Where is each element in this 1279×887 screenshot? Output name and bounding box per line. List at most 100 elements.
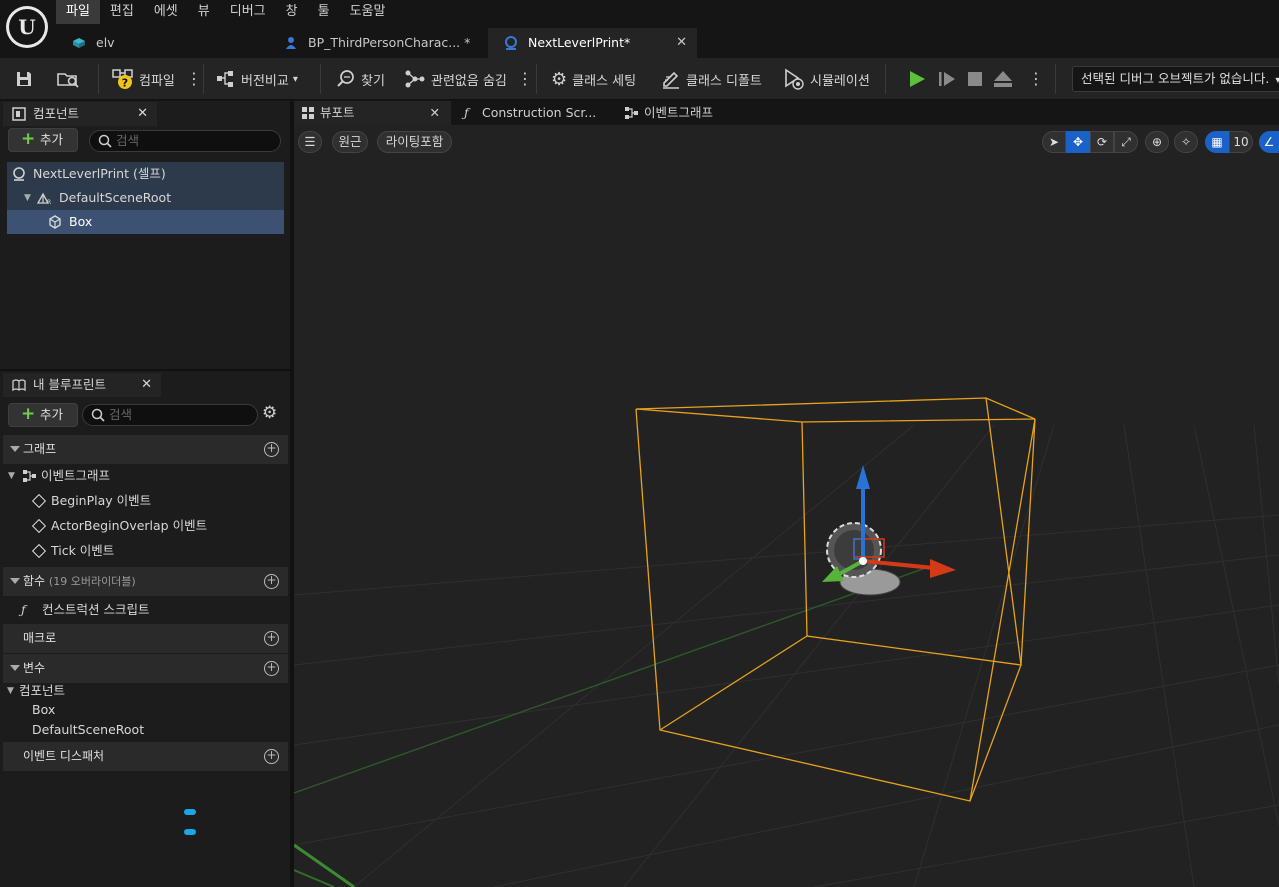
compile-button[interactable]: ? 컴파일	[112, 58, 175, 100]
event-graph-item[interactable]: ▼ 이벤트그래프	[8, 465, 110, 487]
add-circle-icon[interactable]: +	[264, 442, 279, 457]
viewport-options-button[interactable]: ☰	[298, 131, 322, 153]
close-icon[interactable]: ✕	[676, 28, 687, 58]
add-component-button[interactable]: + 추가	[8, 128, 78, 152]
lighting-mode-button[interactable]: 라이팅포함	[377, 131, 452, 153]
menu-asset[interactable]: 에셋	[144, 0, 188, 24]
macros-section-header[interactable]: 매크로 +	[3, 624, 288, 653]
rotation-snap-toggle[interactable]: ∠	[1259, 131, 1279, 153]
add-circle-icon[interactable]: +	[264, 661, 279, 676]
save-button[interactable]	[14, 58, 34, 100]
dispatchers-section-label: 이벤트 디스패처	[23, 749, 105, 763]
event-beginplay[interactable]: BeginPlay 이벤트	[31, 490, 151, 512]
doc-tab-bp-thirdperson[interactable]: BP_ThirdPersonCharac... *	[268, 28, 488, 58]
components-search-placeholder: 검색	[116, 133, 140, 148]
grid-snap-toggle[interactable]: ▦	[1205, 131, 1229, 153]
variable-box[interactable]: Box	[32, 699, 202, 721]
construction-script-item[interactable]: ƒ 컨스트럭션 스크립트	[21, 599, 150, 621]
plus-icon: +	[21, 404, 36, 424]
components-panel-tab[interactable]: 컴포넌트 ✕	[3, 102, 157, 126]
menu-file[interactable]: 파일	[56, 0, 100, 24]
simulation-label: 시뮬레이션	[810, 73, 870, 89]
menu-edit[interactable]: 편집	[100, 0, 144, 24]
chevron-down-icon: ▾	[292, 73, 298, 85]
component-tree-box[interactable]: Box	[7, 210, 284, 234]
search-icon	[98, 134, 112, 148]
find-options-icon[interactable]: ⋮	[517, 69, 533, 89]
debug-object-select[interactable]: 선택된 디버그 오브젝트가 없습니다. ▾	[1072, 66, 1279, 92]
components-search-input[interactable]: 검색	[89, 130, 281, 152]
variable-defaultsceneroot[interactable]: DefaultSceneRoot	[32, 719, 202, 741]
close-icon[interactable]: ✕	[137, 102, 148, 126]
add-circle-icon[interactable]: +	[264, 749, 279, 764]
component-tree-root[interactable]: NextLeverlPrint (셀프)	[7, 162, 284, 186]
gear-icon: ⚙	[551, 68, 568, 90]
doc-tab-label: elv	[96, 35, 115, 50]
hide-unrelated-icon	[405, 70, 425, 88]
doc-tab-nextleverlprint[interactable]: NextLeverlPrint* ✕	[488, 28, 697, 58]
dispatchers-section-header[interactable]: 이벤트 디스패처 +	[3, 742, 288, 771]
stop-button[interactable]	[967, 58, 983, 100]
class-defaults-button[interactable]: 클래스 디폴트	[661, 58, 762, 100]
menu-tools[interactable]: 툴	[308, 0, 340, 24]
compile-label: 컴파일	[139, 73, 175, 89]
graphs-section-header[interactable]: 그래프 +	[3, 435, 288, 464]
gear-icon[interactable]: ⚙	[262, 403, 277, 423]
event-tick[interactable]: Tick 이벤트	[31, 540, 114, 562]
functions-section-label: 함수	[23, 574, 46, 588]
event-actorbeginoverlap[interactable]: ActorBeginOverlap 이벤트	[31, 515, 207, 537]
tab-viewport[interactable]: 뷰포트 ✕	[294, 101, 451, 125]
class-settings-button[interactable]: ⚙ 클래스 세팅	[551, 58, 636, 100]
grid-snap-value[interactable]: 10	[1229, 131, 1253, 153]
step-button[interactable]	[938, 58, 956, 100]
tab-construction-script[interactable]: ƒ Construction Scr...	[460, 101, 610, 125]
component-tree-label: DefaultSceneRoot	[59, 190, 172, 205]
menu-help[interactable]: 도움말	[340, 0, 396, 24]
eject-button[interactable]	[993, 58, 1013, 100]
diff-button[interactable]: 버전비교 ▾	[216, 58, 298, 100]
class-settings-label: 클래스 세팅	[572, 73, 637, 89]
graphs-section-label: 그래프	[23, 442, 57, 456]
hide-unrelated-button[interactable]: 관련없음 숨김	[404, 58, 507, 100]
translate-mode-button[interactable]: ✥	[1066, 131, 1090, 153]
construction-script-label: 컨스트럭션 스크립트	[42, 602, 150, 617]
functions-section-header[interactable]: 함수 (19 오버라이더블) +	[3, 567, 288, 596]
doc-tab-label: BP_ThirdPersonCharac... *	[308, 35, 471, 50]
panel-divider	[0, 369, 290, 371]
surface-snap-button[interactable]: ✧	[1174, 131, 1198, 153]
close-icon[interactable]: ✕	[430, 101, 440, 125]
collapse-triangle-icon: ▼	[7, 686, 14, 696]
plus-icon: +	[21, 129, 36, 149]
grid-axis-green-edge	[294, 869, 335, 887]
my-blueprint-search-input[interactable]: 검색	[82, 404, 258, 426]
browse-button[interactable]	[56, 58, 80, 100]
menu-view[interactable]: 뷰	[188, 0, 220, 24]
menu-debug[interactable]: 디버그	[220, 0, 276, 24]
add-circle-icon[interactable]: +	[264, 574, 279, 589]
debug-object-value: 선택된 디버그 오브젝트가 없습니다.	[1081, 71, 1270, 86]
diff-label: 버전비교	[241, 73, 289, 89]
rotate-mode-button[interactable]: ⟳	[1090, 131, 1114, 153]
folder-search-icon	[57, 73, 79, 88]
coordinate-space-button[interactable]: ⊕	[1145, 131, 1169, 153]
compile-options-icon[interactable]: ⋮	[186, 69, 202, 89]
viewport[interactable]: ☰ 원근 라이팅포함 ➤ ✥ ⟳ ⤢ ⊕ ✧ ▦ 10 ∠	[294, 125, 1279, 887]
select-mode-button[interactable]: ➤	[1042, 131, 1066, 153]
find-button[interactable]: 찾기	[336, 58, 385, 100]
my-blueprint-panel-tab[interactable]: 내 블루프린트 ✕	[3, 373, 161, 397]
simulation-button[interactable]: 시뮬레이션	[783, 58, 870, 100]
variables-section-header[interactable]: 변수 +	[3, 654, 288, 683]
play-options-icon[interactable]: ⋮	[1028, 69, 1044, 89]
component-tree-defaultsceneroot[interactable]: ▼ R DefaultSceneRoot	[7, 186, 284, 210]
menu-window[interactable]: 창	[276, 0, 308, 24]
add-member-button[interactable]: + 추가	[8, 403, 78, 427]
close-icon[interactable]: ✕	[141, 373, 152, 397]
add-circle-icon[interactable]: +	[264, 631, 279, 646]
scale-mode-button[interactable]: ⤢	[1114, 131, 1138, 153]
perspective-button[interactable]: 원근	[332, 131, 368, 153]
add-component-label: 추가	[40, 132, 64, 147]
unreal-logo[interactable]: U	[6, 6, 48, 48]
tab-event-graph[interactable]: 이벤트그래프	[622, 101, 752, 125]
doc-tab-elv[interactable]: elv	[56, 28, 268, 58]
play-button[interactable]	[908, 58, 926, 100]
